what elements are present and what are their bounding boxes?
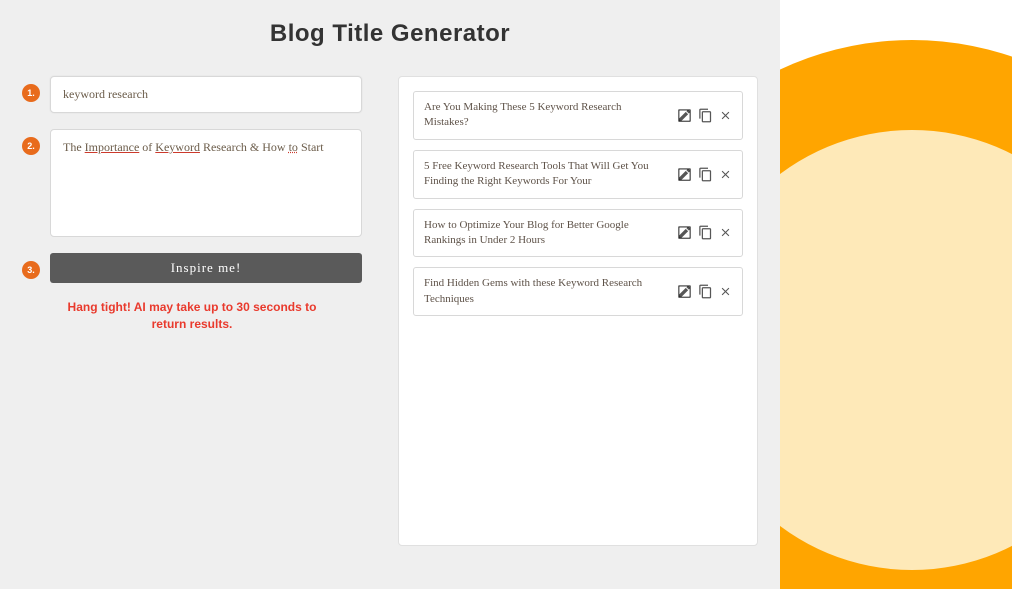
text: to [289, 140, 298, 154]
step-number-3: 3. [22, 261, 40, 279]
keyword-input[interactable]: keyword research [50, 76, 362, 113]
step-2: 2. The Importance of Keyword Research & … [22, 129, 362, 237]
result-text: How to Optimize Your Blog for Better Goo… [424, 218, 667, 249]
result-card: Find Hidden Gems with these Keyword Rese… [413, 267, 743, 316]
edit-icon[interactable] [677, 284, 692, 299]
result-actions [677, 167, 732, 182]
inspire-button[interactable]: Inspire me! [50, 253, 362, 283]
result-text: Find Hidden Gems with these Keyword Rese… [424, 276, 667, 307]
text: The [63, 140, 85, 154]
text: Keyword [155, 140, 200, 154]
result-card: Are You Making These 5 Keyword Research … [413, 91, 743, 140]
text: of [139, 140, 155, 154]
result-card: How to Optimize Your Blog for Better Goo… [413, 209, 743, 258]
text: Start [298, 140, 324, 154]
step-number-1: 1. [22, 84, 40, 102]
step-number-2: 2. [22, 137, 40, 155]
close-icon[interactable] [719, 168, 732, 181]
results-column: Are You Making These 5 Keyword Research … [398, 76, 758, 546]
edit-icon[interactable] [677, 225, 692, 240]
close-icon[interactable] [719, 109, 732, 122]
edit-icon[interactable] [677, 167, 692, 182]
step-1: 1. keyword research [22, 76, 362, 113]
close-icon[interactable] [719, 285, 732, 298]
copy-icon[interactable] [698, 225, 713, 240]
edit-icon[interactable] [677, 108, 692, 123]
close-icon[interactable] [719, 226, 732, 239]
copy-icon[interactable] [698, 284, 713, 299]
result-card: 5 Free Keyword Research Tools That Will … [413, 150, 743, 199]
columns: 1. keyword research 2. The Importance of… [22, 76, 758, 546]
result-text: 5 Free Keyword Research Tools That Will … [424, 159, 667, 190]
copy-icon[interactable] [698, 108, 713, 123]
copy-icon[interactable] [698, 167, 713, 182]
result-actions [677, 225, 732, 240]
example-title-input[interactable]: The Importance of Keyword Research & How… [50, 129, 362, 237]
input-column: 1. keyword research 2. The Importance of… [22, 76, 362, 546]
result-text: Are You Making These 5 Keyword Research … [424, 100, 667, 131]
result-actions [677, 284, 732, 299]
text: Importance [85, 140, 140, 154]
step-3: 3. Inspire me! [22, 253, 362, 283]
text: Research & How [200, 140, 289, 154]
result-actions [677, 108, 732, 123]
loading-message: Hang tight! AI may take up to 30 seconds… [22, 299, 362, 333]
page-title: Blog Title Generator [22, 20, 758, 48]
app-panel: Blog Title Generator 1. keyword research… [0, 0, 780, 589]
